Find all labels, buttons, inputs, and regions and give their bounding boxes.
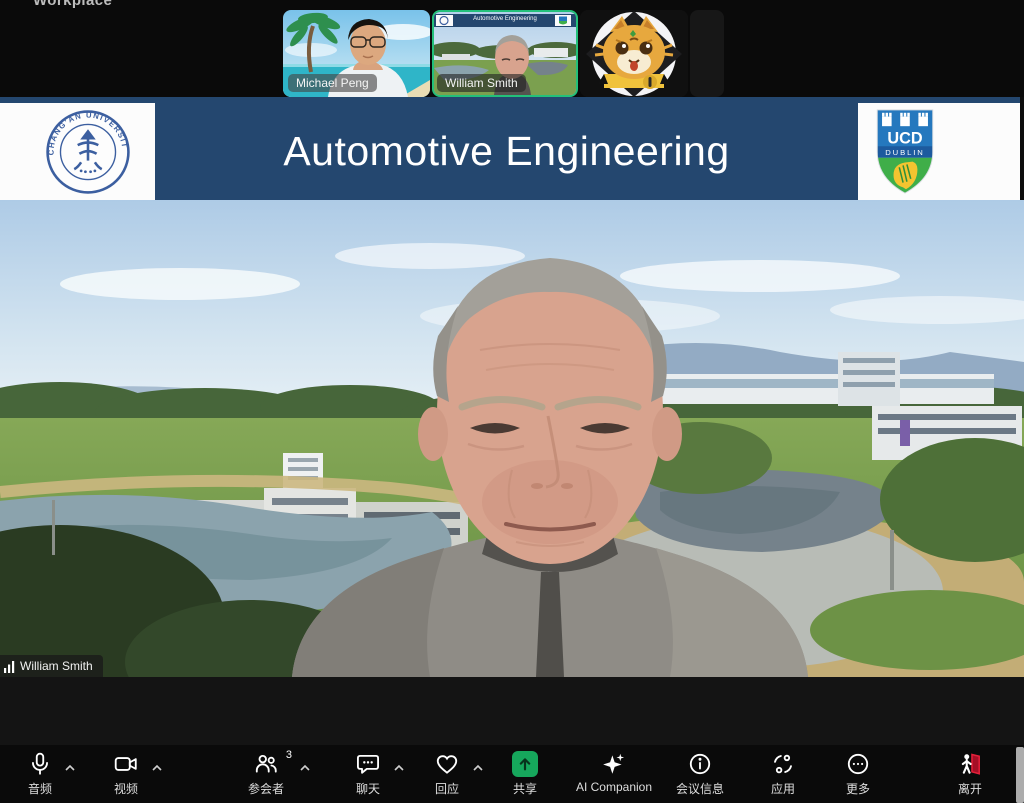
speaker-name-text: William Smith <box>20 659 93 673</box>
apps-icon <box>770 751 796 777</box>
ucd-logo-panel: UCD DUBLIN <box>858 103 1020 200</box>
meeting-info-label: 会议信息 <box>676 780 724 797</box>
more-label: 更多 <box>846 780 870 797</box>
participant-thumbnail-michael-peng[interactable]: Michael Peng <box>283 10 430 97</box>
participant-name-text: William Smith <box>445 76 518 90</box>
changan-university-logo: CHANG'AN UNIVERSITY <box>45 109 131 195</box>
window-edge-strip <box>1016 747 1024 803</box>
audio-button[interactable]: 音频 <box>0 750 88 797</box>
thumbnail-slot-empty <box>690 10 724 97</box>
banner-edge-sliver <box>1020 97 1024 200</box>
window-title-partial: Workplace <box>33 0 112 9</box>
chat-label: 聊天 <box>356 780 380 797</box>
audio-level-icon <box>4 660 15 673</box>
audio-menu-chevron[interactable] <box>64 764 76 772</box>
leave-meeting-icon <box>957 751 983 777</box>
heart-icon <box>434 751 460 777</box>
info-circle-icon <box>687 751 713 777</box>
apps-label: 应用 <box>771 780 795 797</box>
participants-button[interactable]: 3 参会者 <box>218 750 314 797</box>
video-button[interactable]: 视频 <box>78 750 174 797</box>
meeting-info-button[interactable]: 会议信息 <box>652 750 748 797</box>
participants-menu-chevron[interactable] <box>299 764 311 772</box>
ai-sparkle-icon <box>601 751 627 777</box>
participant-name-text: Michael Peng <box>296 76 369 90</box>
ucd-dublin-logo: UCD DUBLIN <box>874 108 936 196</box>
slide-title-banner: CHANG'AN UNIVERSITY Automotive Engineeri… <box>0 97 1024 200</box>
changan-logo-panel: CHANG'AN UNIVERSITY <box>0 103 155 200</box>
reactions-label: 回应 <box>435 780 459 797</box>
microphone-icon <box>27 751 53 777</box>
cat-graduate-avatar <box>580 10 688 97</box>
video-camera-icon <box>113 751 139 777</box>
dublin-text: DUBLIN <box>885 148 925 157</box>
participants-label: 参会者 <box>248 780 284 797</box>
leave-label: 离开 <box>958 780 982 797</box>
active-speaker-name-tag: William Smith <box>0 655 103 677</box>
top-bar: Workplace <box>0 0 1024 97</box>
letterbox-gap <box>0 677 1024 745</box>
zoom-meeting-window: Workplace <box>0 0 1024 803</box>
leave-meeting-button[interactable]: 离开 <box>922 750 1018 797</box>
participant-name-label: Michael Peng <box>288 74 377 92</box>
campus-virtual-background <box>0 200 1024 677</box>
slide-title: Automotive Engineering <box>155 103 858 200</box>
participant-thumbnail-cat-avatar[interactable] <box>580 10 688 97</box>
video-label: 视频 <box>114 780 138 797</box>
mini-slide-title: Automotive Engineering <box>456 15 554 24</box>
audio-label: 音频 <box>28 780 52 797</box>
ucd-text: UCD <box>887 129 922 147</box>
meeting-toolbar: 音频 视频 3 参会者 <box>0 745 1024 803</box>
main-video-stage: CHANG'AN UNIVERSITY Automotive Engineeri… <box>0 97 1024 677</box>
participant-name-label: William Smith <box>437 74 526 92</box>
more-button[interactable]: 更多 <box>810 750 906 797</box>
participants-count-badge: 3 <box>286 749 292 761</box>
video-menu-chevron[interactable] <box>151 764 163 772</box>
more-ellipsis-icon <box>845 751 871 777</box>
participant-thumbnail-william-smith-active[interactable]: Automotive Engineering William Smith <box>432 10 578 97</box>
ai-companion-label: AI Companion <box>576 780 652 794</box>
participants-icon <box>253 751 279 777</box>
share-screen-icon <box>515 754 535 774</box>
share-label: 共享 <box>513 780 537 797</box>
chat-bubble-icon <box>355 751 381 777</box>
